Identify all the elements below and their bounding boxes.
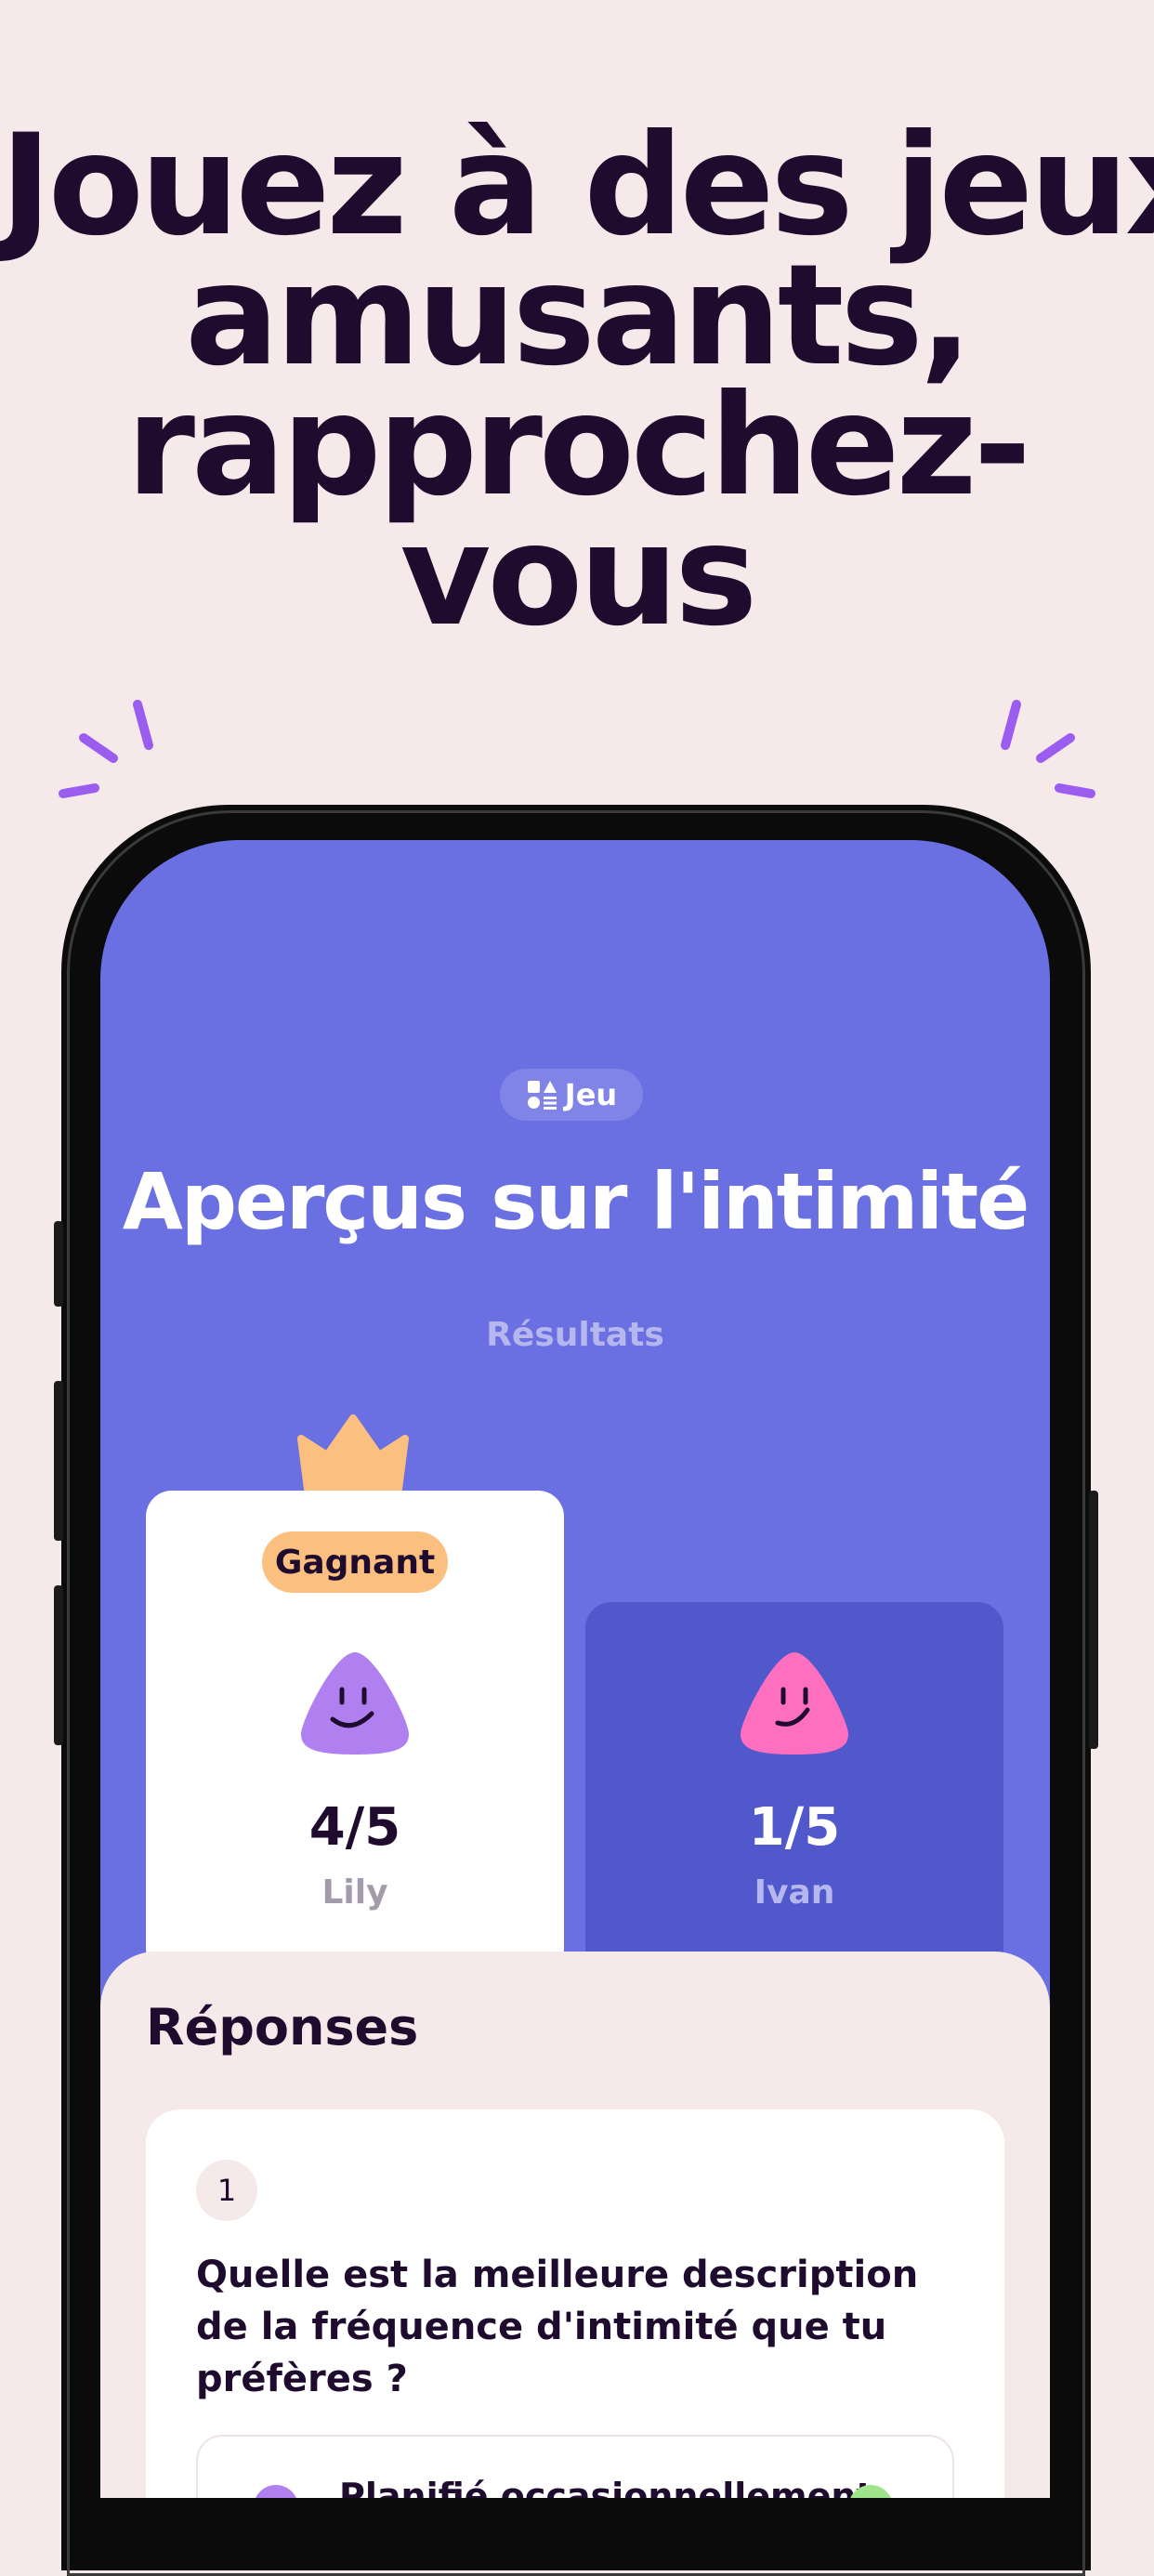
spark-right-icon xyxy=(1001,700,1095,798)
avatar-lily-icon xyxy=(301,1652,409,1755)
winner-name: Lily xyxy=(321,1873,388,1912)
winner-card: Gagnant 4/5 Lily xyxy=(146,1491,564,1974)
question-card[interactable]: 1 Quelle est la meilleure description de… xyxy=(146,2109,1004,2498)
answer-option-text: Planifié occasionnellement xyxy=(339,2476,873,2498)
spark-left-icon xyxy=(59,700,153,798)
winner-score: 4/5 xyxy=(308,1797,401,1858)
phone-volume-down-button xyxy=(54,1585,63,1745)
player-card: 1/5 Ivan xyxy=(585,1602,1003,1974)
question-text: Quelle est la meilleure description de l… xyxy=(196,2254,919,2400)
winner-badge: Gagnant xyxy=(262,1531,448,1593)
answers-title: Réponses xyxy=(146,1998,419,2057)
player-score: 1/5 xyxy=(748,1797,841,1858)
phone-power-button xyxy=(1089,1491,1098,1749)
crown-icon xyxy=(297,1414,409,1496)
lily-answer-dot xyxy=(254,2485,298,2498)
headline: Jouez à des jeux amusants, rapprochez- v… xyxy=(0,105,1154,657)
game-type-label: Jeu xyxy=(564,1077,618,1112)
headline-line-4: vous xyxy=(400,495,758,657)
game-title: Aperçus sur l'intimité xyxy=(122,1156,1029,1247)
avatar-ivan-icon xyxy=(741,1652,848,1755)
player-name: Ivan xyxy=(754,1873,835,1912)
phone-screen: Jeu Aperçus sur l'intimité Résultats Gag… xyxy=(100,840,1050,2498)
answers-panel: Réponses 1 Quelle est la meilleure descr… xyxy=(100,1952,1050,2498)
headline-line-3: rapprochez- xyxy=(126,365,1031,527)
phone-volume-up-button xyxy=(54,1381,63,1541)
game-type-chip: Jeu xyxy=(500,1069,643,1121)
results-label: Résultats xyxy=(486,1316,664,1354)
answer-option[interactable]: Planifié occasionnellement xyxy=(196,2435,954,2498)
phone-action-button xyxy=(54,1221,63,1307)
headline-line-2: amusants, xyxy=(185,235,973,397)
game-icon xyxy=(527,1081,557,1110)
question-number: 1 xyxy=(196,2160,257,2221)
headline-line-1: Jouez à des jeux xyxy=(0,105,1154,267)
